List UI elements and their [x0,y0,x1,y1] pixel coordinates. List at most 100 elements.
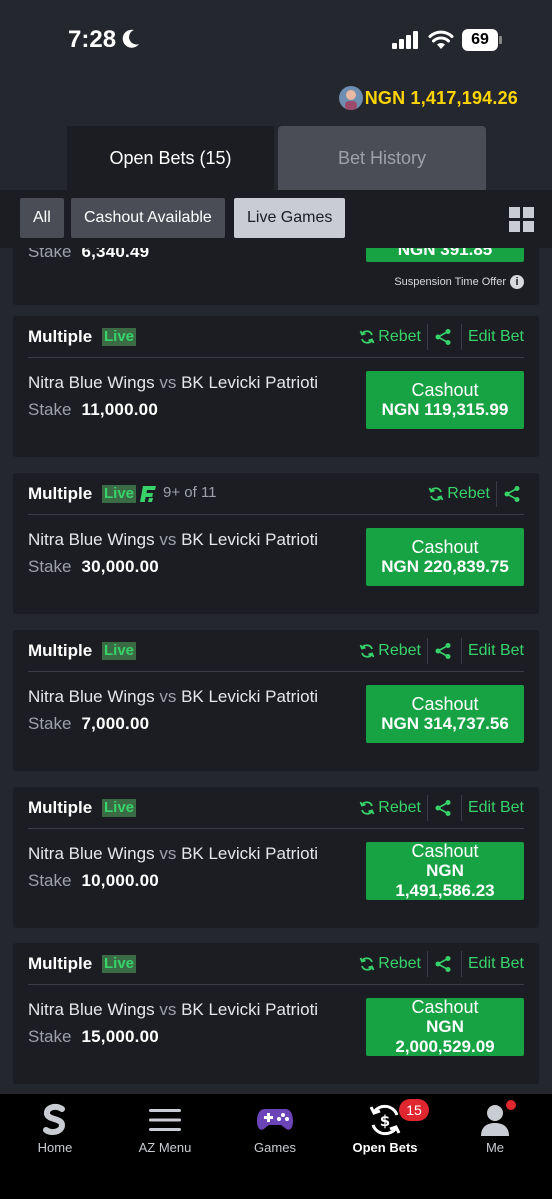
home-team: Nitra Blue Wings [28,373,155,392]
suspension-time-offer: Suspension Time Offer i [394,275,524,289]
bet-type: Multiple [28,327,93,346]
nav-label: Games [254,1140,296,1155]
refresh-icon [359,801,375,815]
cashout-currency: NGN [426,861,464,880]
stake-label: Stake [28,248,72,261]
home-team: Nitra Blue Wings [28,687,155,706]
bet-actions: Rebet [422,481,524,507]
edit-bet-button[interactable]: Edit Bet [462,795,524,821]
nav-label: Open Bets [352,1140,418,1155]
filter-cashout-available[interactable]: Cashout Available [71,198,225,238]
rebet-button[interactable]: Rebet [422,481,496,507]
home-team: Nitra Blue Wings [28,1000,155,1019]
status-bar: 7:28 69 [0,0,552,80]
bet-actions: Rebet Edit Bet [353,638,524,664]
cashout-amount: NGN 119,315.99 [381,400,509,419]
away-team: BK Levicki Patrioti [181,530,319,549]
bet-type: Multiple [28,798,93,817]
open-bets-count-badge: 15 [399,1099,429,1121]
cashout-button[interactable]: NGN 391.85 [366,248,524,262]
nav-label: Home [37,1140,73,1155]
rebet-button[interactable]: Rebet [353,638,427,664]
share-button[interactable] [428,795,461,821]
cashout-amount: 1,491,586.23 [395,881,495,900]
stake-line: Stake 6,340.49 [28,248,149,262]
match-name: Nitra Blue Wings vs BK Levicki Patrioti [28,844,318,864]
share-button[interactable] [428,638,461,664]
stake-value: 30,000.00 [81,557,159,576]
suspension-text: Suspension Time Offer [394,276,506,288]
cashout-button[interactable]: Cashout NGN 220,839.75 [366,528,524,586]
bet-tabs: Open Bets (15) Bet History [0,124,552,190]
filter-all[interactable]: All [20,198,64,238]
stake-label: Stake [28,557,72,576]
balance-row[interactable]: NGN 1,417,194.26 [0,80,552,124]
share-icon [504,486,520,502]
bet-card-header: Multiple Live Rebet Edit Bet [28,316,524,358]
cashout-label: Cashout [411,380,479,400]
bet-card: Multiple Live Rebet Edit Bet Nitra Blue … [13,316,539,457]
cashout-button[interactable]: Cashout NGN 314,737.56 [366,685,524,743]
cashout-amount: NGN 314,737.56 [381,714,509,733]
cashout-amount: NGN 220,839.75 [381,557,509,576]
bet-type: Multiple [28,484,93,503]
home-team: Nitra Blue Wings [28,530,155,549]
refresh-icon [359,330,375,344]
cashout-button[interactable]: Cashout NGN 1,491,586.23 [366,841,524,900]
live-badge: Live [102,485,137,503]
rebet-label: Rebet [447,485,490,502]
away-team: BK Levicki Patrioti [181,687,319,706]
vs-label: vs [159,373,177,392]
stake-line: Stake 11,000.00 [28,400,158,420]
cashout-button[interactable]: Cashout NGN 119,315.99 [366,371,524,429]
away-team: BK Levicki Patrioti [181,844,319,863]
rebet-label: Rebet [378,799,421,816]
share-icon [435,329,451,345]
open-bets-list[interactable]: Stake 6,340.49 NGN 391.85 Suspension Time… [0,248,552,1094]
bet-card: Multiple Live Rebet Edit Bet Nitra Blue … [13,630,539,771]
rebet-button[interactable]: Rebet [353,951,427,977]
avatar[interactable] [339,86,363,110]
bet-actions: Rebet Edit Bet [353,951,524,977]
share-button[interactable] [428,324,461,350]
bet-card-header: Multiple Live Rebet Edit Bet [28,943,524,985]
rebet-label: Rebet [378,642,421,659]
account-balance: NGN 1,417,194.26 [364,88,518,108]
vs-label: vs [159,687,177,706]
match-name: Nitra Blue Wings vs BK Levicki Patrioti [28,373,318,393]
refresh-icon [359,644,375,658]
status-time: 7:28 [68,26,117,53]
rebet-button[interactable]: Rebet [353,324,427,350]
share-button[interactable] [428,951,461,977]
stake-label: Stake [28,871,72,890]
tab-bet-history[interactable]: Bet History [278,126,486,190]
cashout-label: Cashout [411,997,479,1017]
cashout-label: Cashout [411,537,479,557]
stake-label: Stake [28,400,72,419]
grid-view-icon[interactable] [509,207,535,233]
cashout-button[interactable]: Cashout NGN 2,000,529.09 [366,997,524,1056]
cashout-currency: NGN [426,1017,464,1036]
tab-open-bets[interactable]: Open Bets (15) [67,126,274,190]
filter-bar: All Cashout Available Live Games [0,190,552,248]
battery-tip [499,36,502,44]
share-icon [435,643,451,659]
share-icon [435,956,451,972]
notification-dot [506,1100,516,1110]
away-team: BK Levicki Patrioti [181,373,319,392]
share-button[interactable] [497,481,524,507]
stake-line: Stake 30,000.00 [28,557,159,577]
rebet-button[interactable]: Rebet [353,795,427,821]
away-team: BK Levicki Patrioti [181,1000,319,1019]
stake-line: Stake 7,000.00 [28,714,149,734]
filter-live-games[interactable]: Live Games [234,198,346,238]
bet-card-partial: Stake 6,340.49 NGN 391.85 Suspension Time… [13,248,539,305]
edit-bet-button[interactable]: Edit Bet [462,638,524,664]
info-icon[interactable]: i [510,275,524,289]
edit-bet-button[interactable]: Edit Bet [462,951,524,977]
cashout-label: Cashout [411,694,479,714]
stake-value: 10,000.00 [81,871,159,890]
stake-value: 15,000.00 [81,1027,159,1046]
edit-bet-button[interactable]: Edit Bet [462,324,524,350]
stake-value: 11,000.00 [81,400,158,419]
